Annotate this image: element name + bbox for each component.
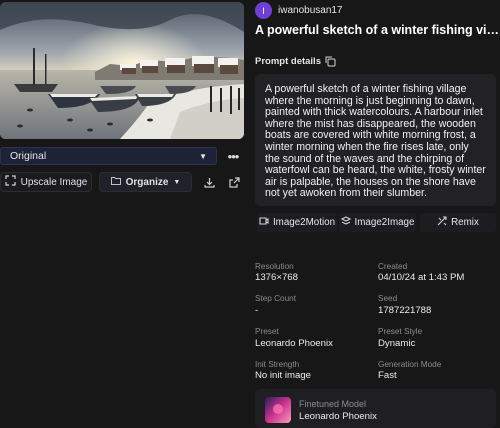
image2image-button[interactable]: Image2Image xyxy=(339,213,416,232)
image2motion-label: Image2Motion xyxy=(272,217,336,228)
preset-style-label: Preset Style xyxy=(378,327,423,336)
preset-style-value: Dynamic xyxy=(378,338,416,349)
author-username[interactable]: iwanobusan17 xyxy=(278,5,343,16)
copy-icon[interactable] xyxy=(325,54,338,67)
model-thumbnail xyxy=(265,397,291,423)
image-panel: Original ▼ ••• Upscale Image Organize ▼ xyxy=(0,0,247,428)
folder-icon xyxy=(110,176,121,188)
resolution-value: 1376×768 xyxy=(255,272,298,283)
generation-mode-label: Generation Mode xyxy=(378,360,442,369)
upscale-image-button[interactable]: Upscale Image xyxy=(0,172,92,192)
preset-value: Leonardo Phoenix xyxy=(255,338,333,349)
finetuned-model-value: Leonardo Phoenix xyxy=(299,411,377,422)
generation-mode-value: Fast xyxy=(378,370,397,381)
seed-label: Seed xyxy=(378,294,398,303)
init-strength-value: No init image xyxy=(255,370,311,381)
remix-button[interactable]: Remix xyxy=(420,213,496,232)
finetuned-model-card[interactable]: Finetuned Model Leonardo Phoenix xyxy=(255,389,496,428)
variant-select[interactable]: Original ▼ xyxy=(0,147,217,165)
motion-icon xyxy=(259,216,269,229)
image2motion-button[interactable]: Image2Motion xyxy=(257,213,337,232)
details-panel: I iwanobusan17 A powerful sketch of a wi… xyxy=(247,0,500,428)
step-count-label: Step Count xyxy=(255,294,296,303)
organize-button[interactable]: Organize ▼ xyxy=(99,172,192,192)
created-label: Created xyxy=(378,262,408,271)
resolution-label: Resolution xyxy=(255,262,294,271)
generation-title: A powerful sketch of a winter fishing vi… xyxy=(255,23,500,37)
download-icon[interactable] xyxy=(201,174,217,190)
upscale-icon xyxy=(5,175,16,189)
remix-icon xyxy=(437,216,447,229)
layers-icon xyxy=(340,216,351,229)
remix-label: Remix xyxy=(451,217,479,228)
open-external-icon[interactable] xyxy=(226,174,242,190)
generated-image[interactable] xyxy=(0,2,244,139)
finetuned-model-label: Finetuned Model xyxy=(299,399,367,409)
prompt-text: A powerful sketch of a winter fishing vi… xyxy=(255,74,496,206)
init-strength-label: Init Strength xyxy=(255,360,300,369)
seed-value[interactable]: 1787221788 xyxy=(378,305,431,316)
upscale-image-label: Upscale Image xyxy=(20,176,88,188)
avatar[interactable]: I xyxy=(255,2,272,19)
variant-select-value: Original xyxy=(10,150,47,162)
more-options-button[interactable]: ••• xyxy=(224,147,242,165)
preset-label: Preset xyxy=(255,327,279,336)
chevron-down-icon: ▼ xyxy=(199,151,207,161)
image2image-label: Image2Image xyxy=(354,217,415,228)
created-value: 04/10/24 at 1:43 PM xyxy=(378,272,465,283)
step-count-value: - xyxy=(255,305,259,316)
caret-down-icon: ▼ xyxy=(173,178,181,186)
prompt-details-label: Prompt details xyxy=(255,56,321,67)
organize-label: Organize xyxy=(125,176,169,188)
